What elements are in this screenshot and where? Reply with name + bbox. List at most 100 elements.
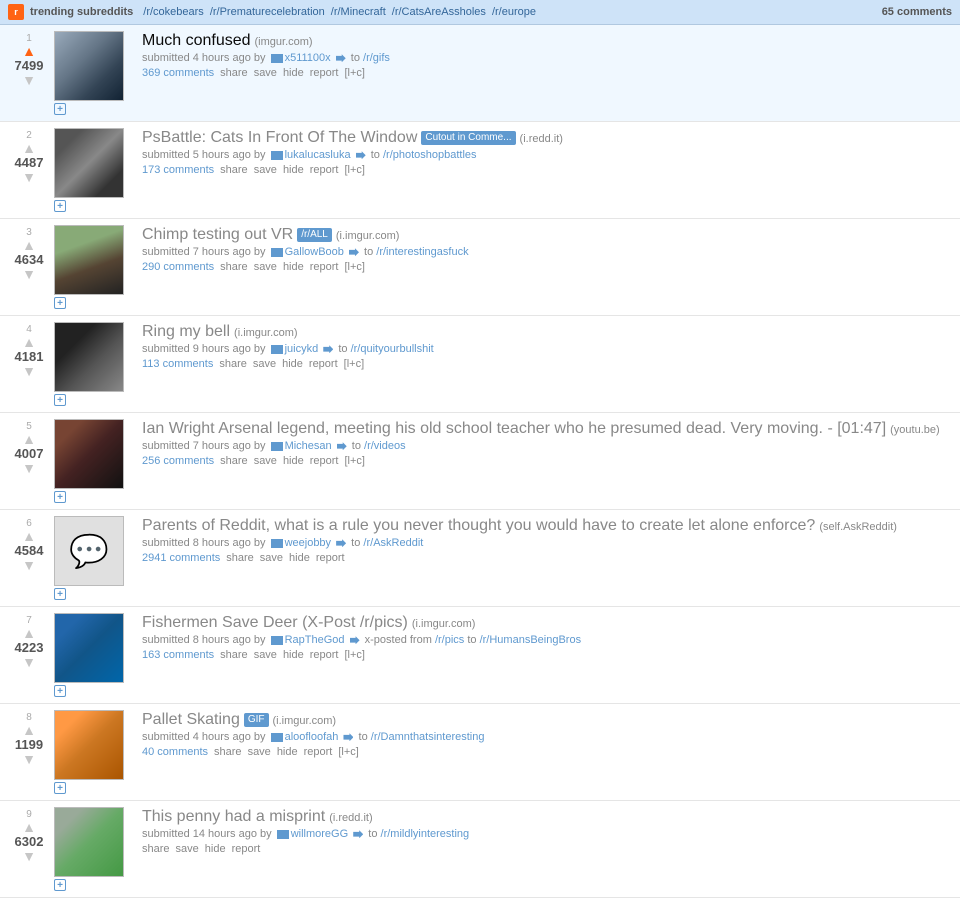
post-author-link[interactable]: weejobby: [285, 537, 331, 549]
post-action-share[interactable]: share: [220, 67, 248, 79]
post-comments-link[interactable]: 40 comments: [142, 746, 208, 758]
post-author-link[interactable]: GallowBoob: [285, 246, 344, 258]
post-action-lc[interactable]: [l+c]: [338, 746, 358, 758]
post-title-link[interactable]: This penny had a misprint: [142, 808, 325, 825]
downvote-arrow[interactable]: ▼: [22, 655, 36, 669]
post-action-hide[interactable]: hide: [283, 649, 304, 661]
upvote-arrow[interactable]: ▲: [22, 432, 36, 446]
post-action-hide[interactable]: hide: [283, 67, 304, 79]
post-author-link[interactable]: juicykd: [285, 343, 319, 355]
upvote-arrow[interactable]: ▲: [22, 723, 36, 737]
downvote-arrow[interactable]: ▼: [22, 849, 36, 863]
downvote-arrow[interactable]: ▼: [22, 267, 36, 281]
trending-sub-1[interactable]: /r/cokebears: [143, 6, 204, 18]
post-action-save[interactable]: save: [254, 455, 277, 467]
post-thumbnail[interactable]: [54, 322, 124, 392]
post-action-report[interactable]: report: [304, 746, 333, 758]
add-button[interactable]: +: [54, 491, 134, 503]
post-action-report[interactable]: report: [310, 261, 339, 273]
post-action-share[interactable]: share: [220, 649, 248, 661]
post-thumbnail[interactable]: [54, 31, 124, 101]
post-subreddit-link[interactable]: /r/gifs: [363, 52, 390, 64]
post-subreddit-link[interactable]: /r/mildlyinteresting: [381, 828, 470, 840]
add-button[interactable]: +: [54, 394, 134, 406]
post-action-save[interactable]: save: [260, 552, 283, 564]
post-action-lc[interactable]: [l+c]: [344, 358, 364, 370]
post-comments-link[interactable]: 256 comments: [142, 455, 214, 467]
post-action-report[interactable]: report: [309, 358, 338, 370]
post-action-report[interactable]: report: [310, 164, 339, 176]
downvote-arrow[interactable]: ▼: [22, 461, 36, 475]
add-button[interactable]: +: [54, 200, 134, 212]
post-subreddit-link[interactable]: /r/photoshopbattles: [383, 149, 477, 161]
post-action-report[interactable]: report: [310, 67, 339, 79]
trending-sub-3[interactable]: /r/Minecraft: [331, 6, 386, 18]
upvote-arrow[interactable]: ▲: [22, 44, 36, 58]
post-title-link[interactable]: Parents of Reddit, what is a rule you ne…: [142, 517, 815, 534]
post-action-share[interactable]: share: [220, 261, 248, 273]
add-button[interactable]: +: [54, 685, 134, 697]
post-action-lc[interactable]: [l+c]: [344, 649, 364, 661]
post-thumbnail[interactable]: [54, 807, 124, 877]
post-author-link[interactable]: lukalucasluka: [285, 149, 351, 161]
add-button[interactable]: +: [54, 588, 134, 600]
downvote-arrow[interactable]: ▼: [22, 752, 36, 766]
downvote-arrow[interactable]: ▼: [22, 170, 36, 184]
post-action-save[interactable]: save: [254, 649, 277, 661]
add-button[interactable]: +: [54, 297, 134, 309]
post-title-link[interactable]: Much confused: [142, 32, 251, 49]
post-thumbnail[interactable]: [54, 419, 124, 489]
post-action-save[interactable]: save: [254, 67, 277, 79]
post-subreddit-link[interactable]: /r/AskReddit: [363, 537, 423, 549]
post-author-link[interactable]: x511100x: [285, 52, 331, 64]
post-action-share[interactable]: share: [214, 746, 242, 758]
self-post-thumbnail[interactable]: 💬: [54, 516, 124, 586]
upvote-arrow[interactable]: ▲: [22, 626, 36, 640]
post-thumbnail[interactable]: [54, 128, 124, 198]
upvote-arrow[interactable]: ▲: [22, 335, 36, 349]
post-action-share[interactable]: share: [220, 164, 248, 176]
post-comments-link[interactable]: 369 comments: [142, 67, 214, 79]
post-action-report[interactable]: report: [232, 843, 261, 855]
post-thumbnail[interactable]: [54, 225, 124, 295]
post-comments-link[interactable]: 290 comments: [142, 261, 214, 273]
post-action-hide[interactable]: hide: [283, 455, 304, 467]
upvote-arrow[interactable]: ▲: [22, 820, 36, 834]
trending-sub-2[interactable]: /r/Prematurecelebration: [210, 6, 325, 18]
post-action-share[interactable]: share: [220, 455, 248, 467]
post-title-link[interactable]: Fishermen Save Deer (X-Post /r/pics): [142, 614, 408, 631]
post-action-hide[interactable]: hide: [277, 746, 298, 758]
add-button[interactable]: +: [54, 782, 134, 794]
post-action-save[interactable]: save: [248, 746, 271, 758]
downvote-arrow[interactable]: ▼: [22, 73, 36, 87]
post-action-hide[interactable]: hide: [289, 552, 310, 564]
post-title-link[interactable]: Ring my bell: [142, 323, 230, 340]
post-title-link[interactable]: Pallet Skating: [142, 711, 240, 728]
post-thumbnail[interactable]: [54, 613, 124, 683]
upvote-arrow[interactable]: ▲: [22, 529, 36, 543]
post-title-link[interactable]: PsBattle: Cats In Front Of The Window: [142, 129, 417, 146]
post-action-lc[interactable]: [l+c]: [344, 67, 364, 79]
post-subreddit-link[interactable]: /r/interestingasfuck: [376, 246, 468, 258]
post-action-lc[interactable]: [l+c]: [344, 261, 364, 273]
trending-sub-5[interactable]: /r/europe: [492, 6, 536, 18]
add-button[interactable]: +: [54, 103, 134, 115]
post-comments-link[interactable]: 163 comments: [142, 649, 214, 661]
downvote-arrow[interactable]: ▼: [22, 364, 36, 378]
post-comments-link[interactable]: 113 comments: [142, 358, 213, 370]
post-comments-link[interactable]: 2941 comments: [142, 552, 220, 564]
post-action-share[interactable]: share: [226, 552, 254, 564]
post-action-save[interactable]: save: [253, 358, 276, 370]
post-subreddit-link[interactable]: /r/videos: [364, 440, 406, 452]
crosspost-from-link[interactable]: /r/pics: [435, 634, 464, 646]
post-action-save[interactable]: save: [254, 261, 277, 273]
post-comments-link[interactable]: 173 comments: [142, 164, 214, 176]
post-author-link[interactable]: Michesan: [285, 440, 332, 452]
post-title-link[interactable]: Ian Wright Arsenal legend, meeting his o…: [142, 420, 886, 437]
post-thumbnail[interactable]: [54, 710, 124, 780]
downvote-arrow[interactable]: ▼: [22, 558, 36, 572]
post-action-save[interactable]: save: [254, 164, 277, 176]
upvote-arrow[interactable]: ▲: [22, 238, 36, 252]
post-action-hide[interactable]: hide: [283, 261, 304, 273]
post-action-share[interactable]: share: [219, 358, 247, 370]
